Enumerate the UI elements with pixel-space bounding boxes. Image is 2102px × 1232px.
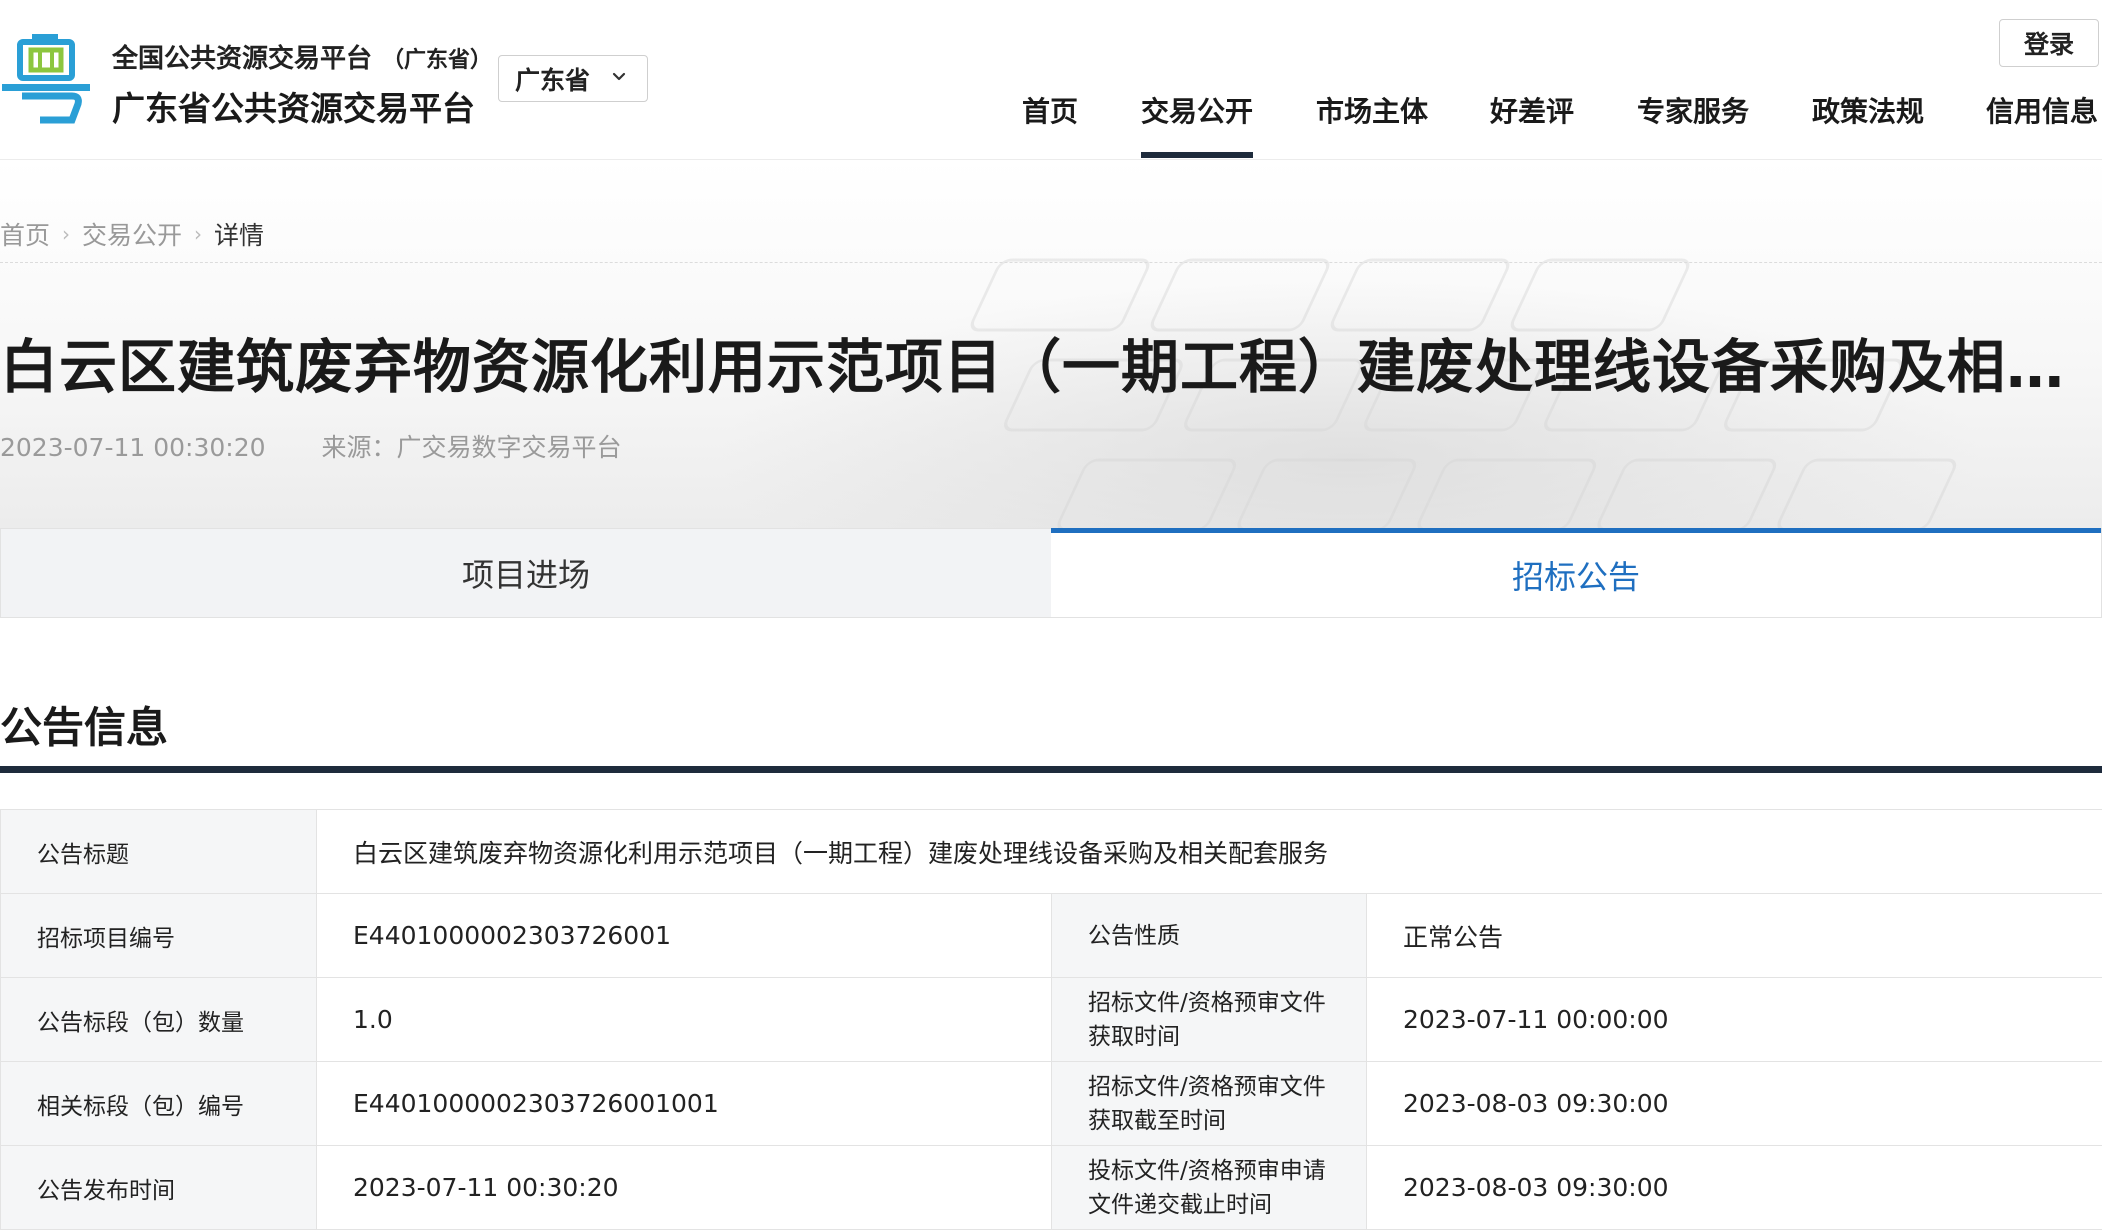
nav-item-home[interactable]: 首页	[1022, 90, 1078, 160]
chevron-right-icon: ›	[62, 222, 71, 246]
table-label: 相关标段（包）编号	[0, 1061, 317, 1146]
table-label: 投标文件/资格预审申请文件递交截止时间	[1051, 1145, 1367, 1230]
article-hero: 首页 › 交易公开 › 详情 白云区建筑废弃物资源化利用示范项目（一期工程）建废…	[0, 160, 2102, 528]
site-header: 全国公共资源交易平台 （广东省） 广东省公共资源交易平台 广东省 登录 首页 交易…	[0, 0, 2102, 160]
table-value: 2023-07-11 00:30:20	[316, 1145, 1052, 1230]
table-label: 招标项目编号	[0, 893, 317, 978]
detail-tabs: 项目进场 招标公告	[0, 528, 2102, 618]
section-divider	[0, 766, 2102, 773]
table-value: 1.0	[316, 977, 1052, 1062]
table-value: 2023-08-03 09:30:00	[1365, 1145, 2102, 1230]
table-value: 白云区建筑废弃物资源化利用示范项目（一期工程）建废处理线设备采购及相关配套服务	[315, 809, 2102, 894]
tab-tender-notice[interactable]: 招标公告	[1051, 528, 2101, 617]
brand-subtitle-province: （广东省）	[382, 48, 493, 73]
nav-item-policies[interactable]: 政策法规	[1812, 90, 1924, 160]
brand-subtitle-text: 全国公共资源交易平台	[112, 44, 373, 74]
table-value: 正常公告	[1365, 893, 2102, 978]
table-label: 公告性质	[1051, 893, 1367, 978]
table-row: 招标项目编号 E4401000002303726001 公告性质 正常公告	[0, 893, 2102, 978]
tab-project-entry[interactable]: 项目进场	[1, 529, 1051, 617]
breadcrumb-current: 详情	[214, 221, 265, 250]
section-title: 公告信息	[0, 703, 169, 752]
login-button[interactable]: 登录	[1999, 19, 2099, 67]
breadcrumb-section-link[interactable]: 交易公开	[82, 216, 182, 252]
publish-date: 2023-07-11 00:30:20	[0, 433, 266, 462]
article-meta: 2023-07-11 00:30:20 来源：广交易数字交易平台	[0, 428, 622, 464]
breadcrumb: 首页 › 交易公开 › 详情	[0, 214, 264, 254]
nav-item-trading[interactable]: 交易公开	[1141, 90, 1254, 160]
table-value: E4401000002303726001001	[316, 1061, 1052, 1146]
nav-item-reviews[interactable]: 好差评	[1490, 90, 1574, 160]
table-label: 招标文件/资格预审文件获取时间	[1051, 977, 1367, 1062]
page-title: 白云区建筑废弃物资源化利用示范项目（一期工程）建废处理线设备采购及相关配…	[0, 333, 2080, 401]
nav-item-market-entities[interactable]: 市场主体	[1316, 90, 1428, 160]
table-row: 相关标段（包）编号 E4401000002303726001001 招标文件/资…	[0, 1061, 2102, 1146]
main-nav: 首页 交易公开 市场主体 好差评 专家服务 政策法规 信用信息	[0, 90, 2102, 160]
table-value: 2023-08-03 09:30:00	[1365, 1061, 2102, 1146]
table-row: 公告标题 白云区建筑废弃物资源化利用示范项目（一期工程）建废处理线设备采购及相关…	[0, 809, 2102, 894]
brand-subtitle: 全国公共资源交易平台 （广东省）	[112, 38, 492, 75]
table-label: 公告标题	[0, 809, 317, 894]
breadcrumb-divider	[0, 262, 2102, 263]
table-value: E4401000002303726001	[316, 893, 1052, 978]
table-value: 2023-07-11 00:00:00	[1365, 977, 2102, 1062]
table-row: 公告标段（包）数量 1.0 招标文件/资格预审文件获取时间 2023-07-11…	[0, 977, 2102, 1062]
table-label: 公告发布时间	[0, 1145, 317, 1230]
breadcrumb-home-link[interactable]: 首页	[0, 216, 50, 252]
nav-item-expert-services[interactable]: 专家服务	[1637, 90, 1749, 160]
chevron-down-icon	[612, 72, 626, 81]
notice-info-table: 公告标题 白云区建筑废弃物资源化利用示范项目（一期工程）建废处理线设备采购及相关…	[0, 809, 2102, 1230]
article-source: 来源：广交易数字交易平台	[321, 433, 622, 462]
chevron-right-icon: ›	[194, 222, 203, 246]
table-row: 公告发布时间 2023-07-11 00:30:20 投标文件/资格预审申请文件…	[0, 1145, 2102, 1230]
nav-item-credit-info[interactable]: 信用信息	[1986, 90, 2098, 160]
table-label: 公告标段（包）数量	[0, 977, 317, 1062]
table-label: 招标文件/资格预审文件获取截至时间	[1051, 1061, 1367, 1146]
